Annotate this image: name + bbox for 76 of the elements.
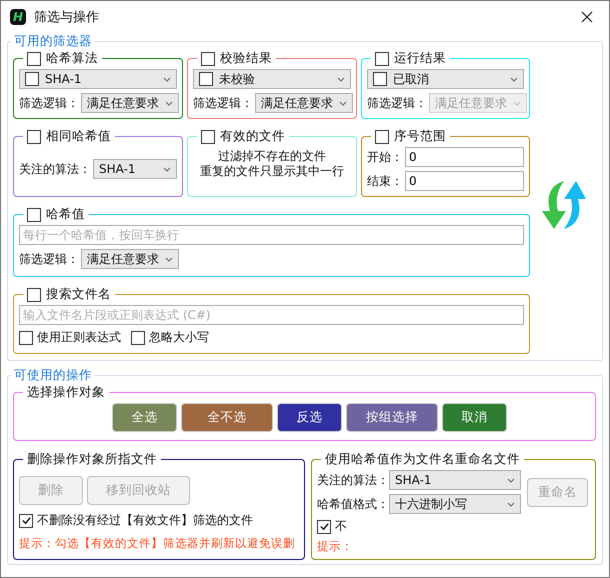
window-title: 筛选与操作 [34,9,100,26]
description-text: 过滤掉不存在的文件 [218,149,326,164]
chevron-icon [165,256,173,262]
group-title: 选择操作对象 [26,384,106,401]
start-field[interactable]: 0 [405,147,524,167]
option-dropdown[interactable]: SHA-1 [19,69,177,89]
checkbox[interactable] [373,72,387,86]
field-label: 筛选逻辑： [19,94,79,112]
chevron-icon [507,478,515,482]
group-title: 删除操作对象所指文件 [26,451,158,468]
hint-text: 提示： [317,539,354,554]
checkbox[interactable] [27,52,41,66]
chevron-icon [163,76,171,82]
logic-dropdown[interactable]: 满足任意要求 [81,93,179,113]
app-logo: H [10,9,26,25]
group-title: 序号范围 [394,128,446,145]
chevron-icon [507,502,515,506]
checkbox[interactable] [201,130,215,144]
checkbox[interactable] [27,130,41,144]
group-title: 哈希值 [46,206,85,223]
checkbox[interactable] [131,330,145,344]
chevron-icon [163,166,171,172]
end-field[interactable]: 0 [405,171,524,191]
checkbox-label: 不删除没有经过【有效文件】筛选的文件 [37,512,253,529]
checkbox[interactable] [199,72,213,86]
field-label: 筛选逻辑： [193,94,253,112]
algorithm-dropdown[interactable]: SHA-1 [93,159,177,179]
field-label: 筛选逻辑： [367,94,427,112]
field-label: 哈希值格式： [317,496,387,512]
checkbox-label: 忽略大小写 [149,329,209,346]
checkbox[interactable] [201,52,215,66]
format-dropdown[interactable]: 十六进制小写 [389,494,521,514]
close-icon[interactable] [581,11,593,23]
panel-title: 可用的筛选器 [13,33,93,50]
select-button[interactable]: 全选 [112,403,177,432]
field-label: 关注的算法： [317,472,387,488]
checkbox-label: 使用正则表达式 [37,329,121,346]
group-title: 哈希算法 [46,50,98,67]
group-title: 校验结果 [220,50,272,67]
field-label: 关注的算法： [19,160,91,178]
logic-dropdown[interactable]: 满足任意要求 [81,249,179,269]
checkbox[interactable] [25,72,39,86]
checkbox[interactable] [27,288,41,302]
group-title: 有效的文件 [220,128,285,145]
group-title: 相同哈希值 [46,128,111,145]
group-title: 运行结果 [394,50,446,67]
hash-input-field[interactable]: 每行一个哈希值，按回车换行 [19,225,524,245]
chevron-icon [513,100,521,106]
select-button[interactable]: 按组选择 [346,403,438,432]
description-text: 重复的文件只显示其中一行 [200,164,344,179]
checkbox[interactable] [19,514,33,528]
option-dropdown[interactable]: 已取消 [367,69,524,89]
panel-title: 可使用的操作 [13,367,93,384]
chevron-icon [337,76,345,82]
checkbox[interactable] [19,330,33,344]
hint-text: 提示：勾选【有效的文件】筛选器并刷新以避免误删 [19,536,296,551]
chevron-icon [510,76,518,82]
field-label: 开始： [367,148,403,166]
field-label: 筛选逻辑： [19,250,79,268]
checkbox[interactable] [375,130,389,144]
checkbox[interactable] [27,208,41,222]
select-button[interactable]: 取消 [442,403,507,432]
group-title: 使用哈希值作为文件名重命名文件 [324,452,521,468]
chevron-icon [339,100,347,106]
field-label: 结束： [367,172,403,190]
checkbox[interactable] [317,520,331,534]
algorithm-dropdown[interactable]: SHA-1 [389,470,521,490]
group-title: 搜索文件名 [46,286,111,303]
logic-dropdown[interactable]: 满足任意要求 [255,93,353,113]
option-dropdown[interactable]: 未校验 [193,69,351,89]
select-button[interactable]: 反选 [277,403,342,432]
select-button[interactable]: 全不选 [181,403,273,432]
checkbox-label: 不 [335,518,347,535]
checkbox[interactable] [375,52,389,66]
filename-search-field[interactable]: 输入文件名片段或正则表达式 (C#) [19,305,524,325]
chevron-icon [165,100,173,106]
